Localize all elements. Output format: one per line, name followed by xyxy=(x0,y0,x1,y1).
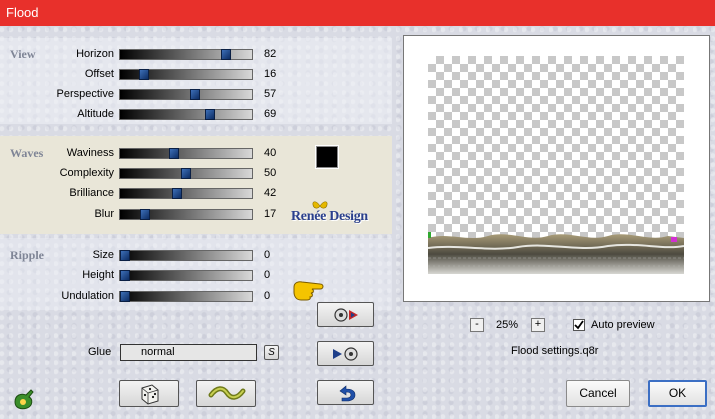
save-preset-button[interactable] xyxy=(317,302,374,327)
brilliance-label: Brilliance xyxy=(69,187,114,199)
offset-value: 16 xyxy=(264,68,277,80)
title-bar[interactable]: Flood xyxy=(0,0,715,26)
glue-label: Glue xyxy=(88,346,112,358)
undulation-slider-thumb[interactable] xyxy=(120,291,130,302)
altitude-label: Altitude xyxy=(77,108,114,120)
brilliance-slider[interactable] xyxy=(119,188,253,199)
zoom-in-button[interactable]: + xyxy=(531,318,545,332)
zoom-out-label: - xyxy=(475,318,479,330)
horizon-label: Horizon xyxy=(76,48,114,60)
wave-icon xyxy=(208,386,246,400)
dice-icon xyxy=(141,384,159,405)
load-preset-button[interactable] xyxy=(317,341,374,366)
auto-preview-label: Auto preview xyxy=(591,319,655,331)
size-slider-thumb[interactable] xyxy=(120,250,130,261)
watermark: Renée Design xyxy=(291,201,368,225)
brilliance-slider-thumb[interactable] xyxy=(172,188,182,199)
waviness-label: Waviness xyxy=(66,147,114,159)
blur-slider-thumb[interactable] xyxy=(140,209,150,220)
checkmark-icon xyxy=(574,320,584,330)
size-label: Size xyxy=(92,249,114,261)
blur-slider[interactable] xyxy=(119,209,253,220)
undulation-label: Undulation xyxy=(61,290,114,302)
glue-select-value: normal xyxy=(141,346,175,358)
ok-button-label: OK xyxy=(668,386,687,400)
complexity-value: 50 xyxy=(264,167,277,179)
auto-preview-checkbox[interactable] xyxy=(573,319,585,331)
blur-label: Blur xyxy=(94,208,114,220)
preview-image[interactable] xyxy=(428,56,684,274)
offset-slider-thumb[interactable] xyxy=(139,69,149,80)
reset-button[interactable] xyxy=(196,380,256,407)
horizon-value: 82 xyxy=(264,48,277,60)
size-value: 0 xyxy=(264,249,271,261)
height-label: Height xyxy=(82,269,114,281)
zoom-in-label: + xyxy=(534,318,542,330)
height-slider[interactable] xyxy=(119,270,253,281)
settings-filename: Flood settings.q8r xyxy=(511,345,599,357)
offset-slider[interactable] xyxy=(119,69,253,80)
altitude-slider[interactable] xyxy=(119,109,253,120)
random-button[interactable] xyxy=(119,380,179,407)
waviness-value: 40 xyxy=(264,147,277,159)
waviness-slider[interactable] xyxy=(119,148,253,159)
undo-button[interactable] xyxy=(317,380,374,405)
perspective-label: Perspective xyxy=(56,88,114,100)
glue-menu-button[interactable]: S xyxy=(264,345,279,360)
butterfly-icon xyxy=(312,201,328,209)
complexity-slider[interactable] xyxy=(119,168,253,179)
undo-arrow-icon xyxy=(339,385,356,402)
cancel-button[interactable]: Cancel xyxy=(566,380,630,407)
altitude-slider-thumb[interactable] xyxy=(205,109,215,120)
flood-preview-render xyxy=(428,232,684,274)
watermark-text: Renée Design xyxy=(291,209,368,224)
wave-color-swatch[interactable] xyxy=(316,146,338,168)
cancel-button-label: Cancel xyxy=(579,386,617,400)
window-title: Flood xyxy=(6,5,39,20)
horizon-slider-thumb[interactable] xyxy=(221,49,231,60)
blur-value: 17 xyxy=(264,208,277,220)
perspective-slider[interactable] xyxy=(119,89,253,100)
load-preset-icon xyxy=(333,347,358,361)
glue-menu-button-label: S xyxy=(268,347,275,358)
size-slider[interactable] xyxy=(119,250,253,261)
undulation-slider[interactable] xyxy=(119,291,253,302)
undulation-value: 0 xyxy=(264,290,271,302)
waviness-slider-thumb[interactable] xyxy=(169,148,179,159)
zoom-out-button[interactable]: - xyxy=(470,318,484,332)
plugin-logo-icon[interactable] xyxy=(11,386,37,412)
zoom-level: 25% xyxy=(496,319,519,331)
brilliance-value: 42 xyxy=(264,187,277,199)
perspective-slider-thumb[interactable] xyxy=(190,89,200,100)
complexity-label: Complexity xyxy=(59,167,114,179)
flood-dialog: Flood View Horizon 82 Offset 16 Perspect… xyxy=(0,0,715,419)
perspective-value: 57 xyxy=(264,88,277,100)
offset-label: Offset xyxy=(84,68,114,80)
altitude-value: 69 xyxy=(264,108,277,120)
pointing-hand-icon xyxy=(293,281,324,301)
ok-button[interactable]: OK xyxy=(648,380,707,407)
glue-select[interactable]: normal xyxy=(120,344,257,361)
complexity-slider-thumb[interactable] xyxy=(181,168,191,179)
save-preset-icon xyxy=(334,308,358,322)
horizon-slider[interactable] xyxy=(119,49,253,60)
height-value: 0 xyxy=(264,269,271,281)
height-slider-thumb[interactable] xyxy=(120,270,130,281)
